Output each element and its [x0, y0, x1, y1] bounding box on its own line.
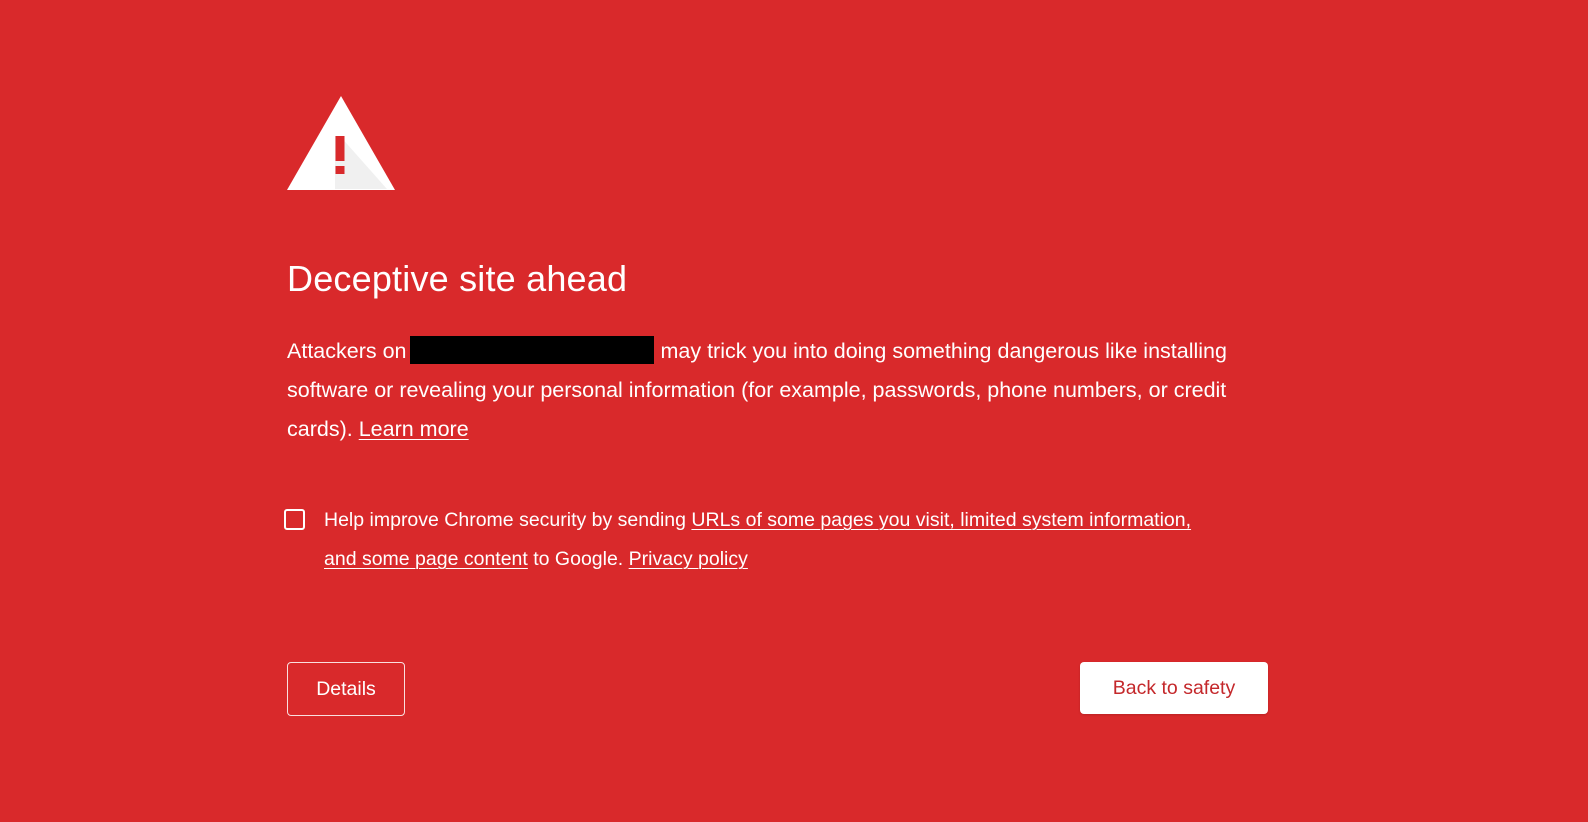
learn-more-link[interactable]: Learn more	[359, 417, 469, 441]
optin-text-after: to Google.	[533, 548, 624, 570]
optin-text-before: Help improve Chrome security by sending	[324, 509, 686, 531]
optin-checkbox[interactable]	[284, 509, 305, 530]
warning-triangle-icon	[287, 96, 395, 190]
warning-message: Attackers on may trick you into doing so…	[287, 332, 1247, 449]
message-prefix: Attackers on	[287, 339, 407, 363]
back-to-safety-button[interactable]: Back to safety	[1080, 662, 1268, 714]
redacted-site-name	[410, 336, 655, 364]
details-button[interactable]: Details	[287, 662, 405, 716]
page-title: Deceptive site ahead	[287, 258, 628, 299]
optin-label: Help improve Chrome security by sending …	[324, 501, 1204, 579]
privacy-policy-link[interactable]: Privacy policy	[629, 548, 748, 570]
